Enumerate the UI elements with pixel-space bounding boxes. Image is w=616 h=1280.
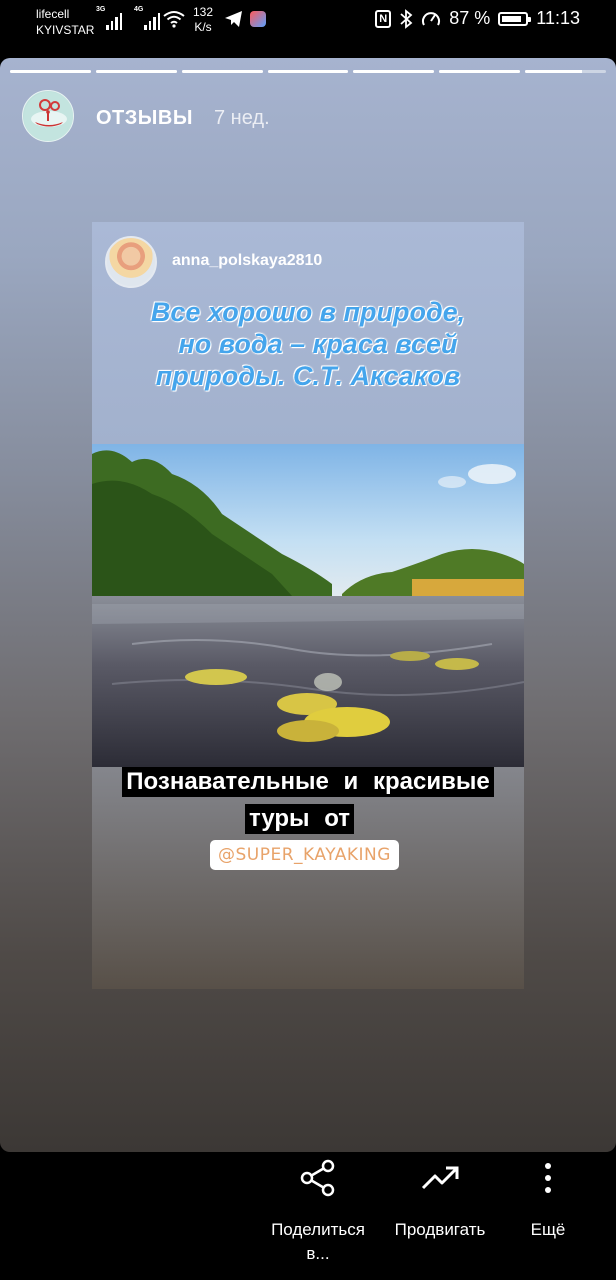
story-progress-segment bbox=[525, 70, 607, 73]
account-avatar[interactable] bbox=[22, 90, 74, 142]
app-notification-icon bbox=[250, 11, 266, 27]
share-label-line-2: в... bbox=[306, 1244, 330, 1263]
bluetooth-icon bbox=[400, 8, 413, 29]
story-actions-bar: Поделиться в... Продвигать Ещё bbox=[0, 1152, 616, 1280]
more-button[interactable]: Ещё bbox=[508, 1152, 588, 1280]
caption-line-1: Познавательные и красивые bbox=[122, 767, 494, 797]
story-progress-segment bbox=[267, 70, 349, 73]
account-name[interactable]: ОТЗЫВЫ bbox=[96, 107, 193, 130]
speed-value: 132 bbox=[193, 5, 214, 19]
telegram-icon bbox=[225, 11, 242, 27]
quote-line-3: природы. С.Т. Аксаков bbox=[155, 361, 461, 391]
share-icon bbox=[300, 1159, 335, 1197]
signal-group: 3G 4G bbox=[96, 6, 160, 30]
status-bar: lifecell KYIVSTAR 3G 4G 132 K/s N 87 % 1… bbox=[0, 0, 616, 58]
share-label: Поделиться в... bbox=[260, 1218, 376, 1266]
story-progress-fill bbox=[439, 70, 521, 73]
story-progress-fill bbox=[353, 70, 435, 73]
post-caption: Познавательные и красивые туры от bbox=[92, 767, 524, 834]
caption-line-2: туры от bbox=[245, 804, 355, 834]
story-progress-fill bbox=[181, 70, 263, 73]
story-viewer[interactable]: ОТЗЫВЫ 7 нед. anna_polskaya2810 Все хоро… bbox=[0, 58, 616, 1152]
river-photo bbox=[92, 444, 524, 767]
battery-icon bbox=[498, 11, 532, 26]
carrier-name-2: KYIVSTAR bbox=[36, 23, 95, 37]
share-button[interactable]: Поделиться в... bbox=[260, 1152, 376, 1280]
promote-label: Продвигать bbox=[394, 1220, 486, 1239]
mention-sticker[interactable]: @SUPER_KAYAKING bbox=[210, 840, 399, 870]
carrier-info: lifecell KYIVSTAR bbox=[36, 6, 94, 38]
data-saver-icon bbox=[422, 11, 441, 25]
speed-unit: K/s bbox=[194, 20, 212, 34]
story-progress-segment bbox=[181, 70, 263, 73]
promote-button[interactable]: Продвигать bbox=[382, 1152, 498, 1280]
story-progress-fill bbox=[95, 70, 177, 73]
network-speed: 132 K/s bbox=[193, 5, 213, 35]
story-progress-segment bbox=[10, 70, 91, 73]
signal-icon: 3G bbox=[96, 6, 122, 30]
wifi-icon bbox=[163, 11, 185, 28]
status-right: N 87 % 11:13 bbox=[375, 8, 580, 29]
kayak-logo-icon bbox=[24, 92, 73, 141]
more-vertical-icon bbox=[545, 1163, 551, 1193]
post-author-username[interactable]: anna_polskaya2810 bbox=[172, 252, 322, 270]
quote-line-1: Все хорошо в природе, bbox=[150, 297, 466, 327]
battery-percent: 87 % bbox=[449, 8, 491, 28]
post-quote: Все хорошо в природе, но вода – краса вс… bbox=[112, 296, 504, 392]
story-progress-segment bbox=[353, 70, 435, 73]
network-type-2: 4G bbox=[134, 6, 144, 13]
nfc-icon: N bbox=[375, 9, 392, 28]
story-progress-fill bbox=[267, 70, 349, 73]
clock: 11:13 bbox=[536, 8, 580, 28]
carrier-name-1: lifecell bbox=[36, 7, 70, 21]
network-type-1: 3G bbox=[96, 6, 106, 13]
story-progress-fill bbox=[10, 70, 91, 73]
reposted-post[interactable]: anna_polskaya2810 Все хорошо в природе, … bbox=[92, 222, 524, 989]
share-label-line-1: Поделиться bbox=[271, 1220, 365, 1239]
story-progress-bar bbox=[10, 70, 607, 73]
signal-icon: 4G bbox=[134, 6, 160, 30]
story-progress-segment bbox=[439, 70, 521, 73]
post-author-avatar[interactable] bbox=[105, 236, 157, 288]
story-progress-segment bbox=[95, 70, 177, 73]
trending-up-icon bbox=[421, 1166, 459, 1190]
story-time-ago: 7 нед. bbox=[214, 107, 270, 129]
more-label: Ещё bbox=[530, 1220, 566, 1239]
quote-line-2: но вода – краса всей bbox=[178, 329, 458, 359]
story-progress-fill bbox=[525, 70, 582, 73]
